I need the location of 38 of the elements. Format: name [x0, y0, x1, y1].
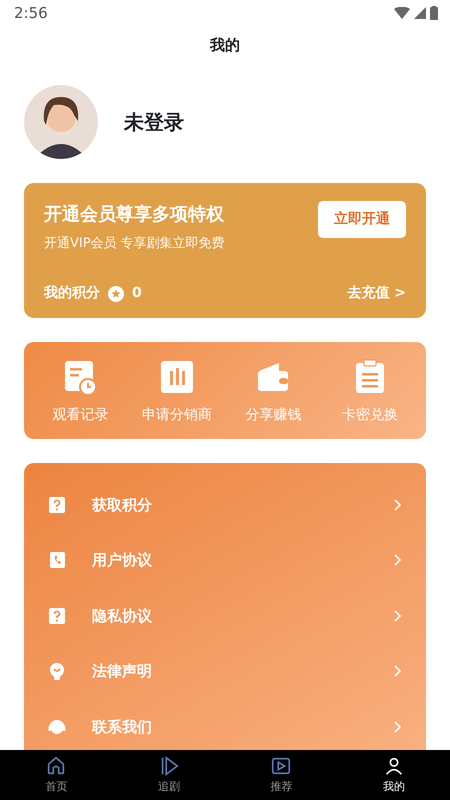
battery-icon — [430, 6, 438, 20]
shortcut-button[interactable]: 申请分销商 — [128, 358, 225, 427]
menu-item[interactable]: 联系我们 — [24, 699, 426, 750]
nav-tab[interactable]: 首页 — [0, 750, 112, 800]
bar-chart-icon — [158, 359, 195, 395]
help-icon — [48, 606, 66, 625]
phone-book-icon — [48, 551, 66, 570]
chevron-right-icon — [394, 610, 402, 622]
vip-subtitle: 开通VIP会员 专享剧集立即免费 — [44, 234, 225, 252]
menu-item[interactable]: 法律声明 — [24, 644, 426, 699]
points-label: 我的积分 — [44, 284, 100, 303]
recharge-link[interactable]: 去充值 > — [347, 283, 406, 304]
points-value: 0 — [132, 284, 142, 303]
shortcut-button[interactable]: 卡密兑换 — [322, 358, 418, 427]
nav-tab[interactable]: 我的 — [338, 750, 450, 800]
user-name: 未登录 — [124, 108, 184, 136]
chevron-right-icon — [394, 720, 402, 733]
page-title: 我的 — [210, 36, 240, 54]
signal-icon — [414, 7, 426, 19]
activate-button[interactable]: 立即开通 — [318, 200, 406, 238]
shortcut-button[interactable]: 观看记录 — [32, 358, 128, 427]
chevron-right-icon — [394, 498, 402, 511]
menu-item[interactable]: 隐私协议 — [24, 588, 426, 644]
lightbulb-icon — [48, 662, 66, 680]
menu-item[interactable]: 获取积分 — [24, 477, 426, 532]
help-icon — [48, 496, 66, 514]
chevron-right-icon — [394, 665, 402, 678]
star-coin-icon — [108, 286, 124, 302]
menu-item[interactable]: 用户协议 — [24, 532, 426, 588]
headset-icon — [48, 718, 66, 736]
chevron-right-icon — [394, 554, 402, 566]
history-icon — [62, 359, 98, 395]
nav-tab[interactable]: 推荐 — [225, 750, 338, 800]
shortcut-button[interactable]: 分享赚钱 — [225, 358, 322, 427]
nav-tab[interactable]: 追剧 — [112, 750, 225, 800]
status-time: 2:56 — [14, 2, 48, 24]
vip-title: 开通会员尊享多项特权 — [44, 202, 225, 226]
wifi-icon — [394, 7, 410, 19]
